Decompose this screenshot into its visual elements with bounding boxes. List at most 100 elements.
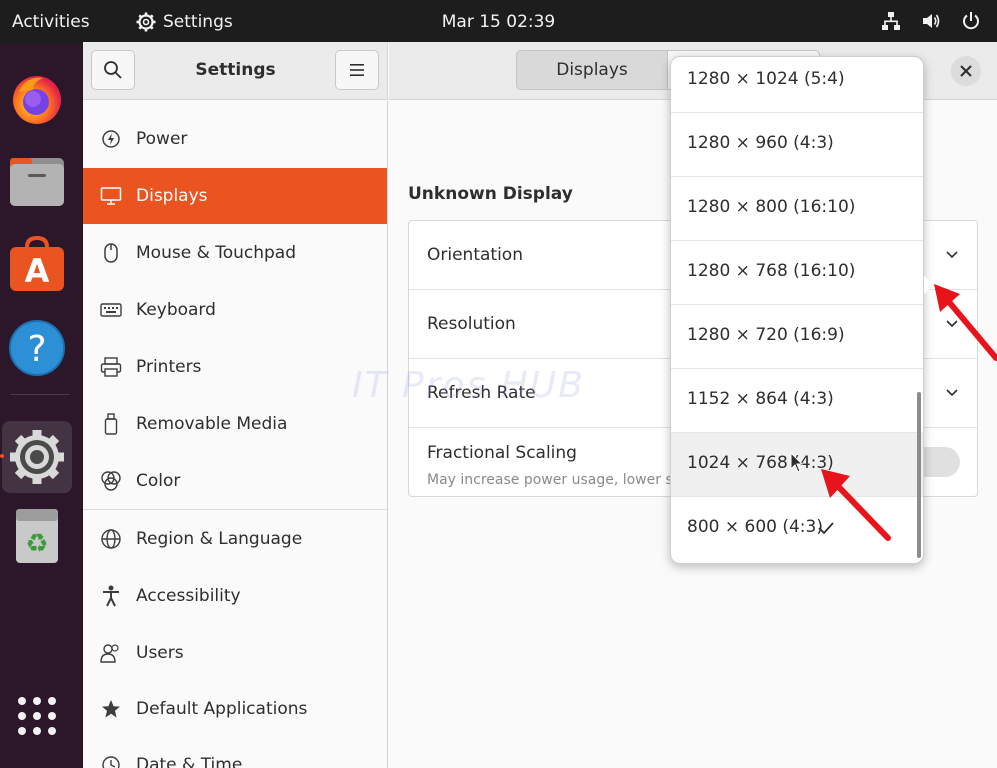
- software-launcher[interactable]: A: [5, 232, 69, 296]
- help-icon: ?: [9, 320, 65, 376]
- keyboard-icon: [100, 299, 122, 321]
- sidebar-item-label: Default Applications: [136, 699, 308, 719]
- tab-displays[interactable]: Displays: [516, 50, 668, 90]
- clock[interactable]: Mar 15 02:39: [442, 12, 556, 32]
- annotation-arrow-icon: [821, 469, 891, 541]
- ubuntu-software-icon: A: [10, 235, 64, 291]
- annotation-arrow-icon: [934, 284, 997, 361]
- gear-icon: [136, 12, 156, 32]
- sidebar-item-accessibility[interactable]: Accessibility: [83, 568, 387, 624]
- resolution-option-label: 1280 × 768 (16:10): [687, 261, 856, 281]
- resolution-option-label: 1280 × 1024 (5:4): [687, 69, 845, 89]
- close-icon: [960, 65, 972, 77]
- watermark: IT Pros HUB: [352, 365, 585, 406]
- settings-launcher[interactable]: [2, 421, 72, 493]
- resolution-option-label: 1280 × 960 (4:3): [687, 133, 834, 153]
- display-icon: [100, 185, 122, 207]
- sidebar-item-label: Region & Language: [136, 529, 303, 549]
- sidebar-item-label: Printers: [136, 357, 202, 377]
- sidebar-item-label: Color: [136, 471, 181, 491]
- svg-text:?: ?: [27, 329, 46, 370]
- display-name-heading: Unknown Display: [408, 184, 573, 204]
- power-icon: [100, 128, 122, 150]
- resolution-option-label: 1024 × 768 (4:3): [687, 453, 834, 473]
- sidebar-separator: [83, 509, 387, 510]
- resolution-option[interactable]: 1280 × 1024 (5:4): [671, 57, 923, 113]
- dropdown-scrollbar[interactable]: [917, 392, 921, 558]
- sidebar-item-default-applications[interactable]: Default Applications: [83, 681, 387, 737]
- dock: A ? ♻: [0, 44, 82, 768]
- printer-icon: [100, 356, 122, 378]
- sidebar-item-label: Accessibility: [136, 586, 241, 606]
- resolution-option[interactable]: 1280 × 720 (16:9): [671, 305, 923, 369]
- files-icon: [10, 158, 64, 206]
- resolution-option-label: 1152 × 864 (4:3): [687, 389, 834, 409]
- system-tray[interactable]: [881, 11, 981, 31]
- sidebar-item-region-language[interactable]: Region & Language: [83, 511, 387, 567]
- sidebar-item-printers[interactable]: Printers: [83, 339, 387, 395]
- globe-icon: [100, 528, 122, 550]
- sidebar-item-label: Keyboard: [136, 300, 216, 320]
- sidebar-headerbar: Settings: [83, 42, 388, 100]
- sidebar-item-displays[interactable]: Displays: [83, 168, 387, 224]
- svg-text:♻: ♻: [25, 529, 48, 559]
- users-icon: [100, 642, 122, 664]
- resolution-option-label: 800 × 600 (4:3): [687, 517, 823, 537]
- trash-icon: ♻: [16, 509, 58, 563]
- orientation-label: Orientation: [427, 245, 523, 265]
- close-button[interactable]: [951, 56, 981, 86]
- sidebar-item-color[interactable]: Color: [83, 453, 387, 509]
- sidebar-item-label: Removable Media: [136, 414, 288, 434]
- resolution-option[interactable]: 1280 × 768 (16:10): [671, 241, 923, 305]
- resolution-label: Resolution: [427, 314, 516, 334]
- menu-button[interactable]: [335, 50, 379, 90]
- sidebar-item-label: Displays: [136, 186, 208, 206]
- fractional-scaling-description: May increase power usage, lower sp: [427, 472, 682, 488]
- top-bar: Activities Settings Mar 15 02:39: [0, 0, 997, 44]
- settings-sidebar: Power Displays Mouse & Touchpad Keyboard…: [83, 101, 388, 768]
- sidebar-item-date-time[interactable]: Date & Time: [83, 737, 387, 768]
- running-indicator: [0, 454, 4, 458]
- hamburger-icon: [350, 64, 364, 76]
- app-menu[interactable]: Settings: [136, 12, 233, 32]
- mouse-icon: [100, 242, 122, 264]
- resolution-option-label: 1280 × 720 (16:9): [687, 325, 845, 345]
- accessibility-icon: [100, 585, 122, 607]
- color-icon: [100, 470, 122, 492]
- trash-launcher[interactable]: ♻: [5, 504, 69, 568]
- activities-button[interactable]: Activities: [12, 12, 90, 32]
- sidebar-item-users[interactable]: Users: [83, 625, 387, 681]
- dock-separator: [10, 394, 70, 395]
- volume-icon[interactable]: [921, 11, 941, 31]
- sidebar-item-label: Users: [136, 643, 184, 663]
- resolution-option-label: 1280 × 800 (16:10): [687, 197, 856, 217]
- show-applications-button[interactable]: [5, 684, 69, 748]
- sidebar-item-label: Power: [136, 129, 188, 149]
- star-icon: [100, 698, 122, 720]
- chevron-down-icon: [946, 251, 958, 259]
- sidebar-item-removable-media[interactable]: Removable Media: [83, 396, 387, 452]
- sidebar-item-power[interactable]: Power: [83, 111, 387, 167]
- power-icon[interactable]: [961, 11, 981, 31]
- sidebar-item-label: Mouse & Touchpad: [136, 243, 297, 263]
- firefox-icon: [13, 76, 61, 124]
- resolution-option[interactable]: 1280 × 960 (4:3): [671, 113, 923, 177]
- grid-icon: [18, 697, 56, 735]
- mouse-cursor-icon: [790, 452, 804, 473]
- sidebar-item-keyboard[interactable]: Keyboard: [83, 282, 387, 338]
- chevron-down-icon: [946, 389, 958, 397]
- resolution-option[interactable]: 1280 × 800 (16:10): [671, 177, 923, 241]
- sidebar-item-mouse-touchpad[interactable]: Mouse & Touchpad: [83, 225, 387, 281]
- help-launcher[interactable]: ?: [5, 316, 69, 380]
- firefox-launcher[interactable]: [5, 66, 69, 130]
- fractional-scaling-label: Fractional Scaling: [427, 443, 577, 463]
- app-menu-label: Settings: [163, 12, 233, 32]
- resolution-option[interactable]: 1152 × 864 (4:3): [671, 369, 923, 433]
- files-launcher[interactable]: [5, 149, 69, 213]
- network-icon[interactable]: [881, 11, 901, 31]
- settings-gear-icon: [10, 430, 64, 484]
- clock-icon: [100, 754, 122, 768]
- sidebar-item-label: Date & Time: [136, 755, 243, 768]
- removable-media-icon: [100, 413, 122, 435]
- svg-text:A: A: [25, 252, 50, 290]
